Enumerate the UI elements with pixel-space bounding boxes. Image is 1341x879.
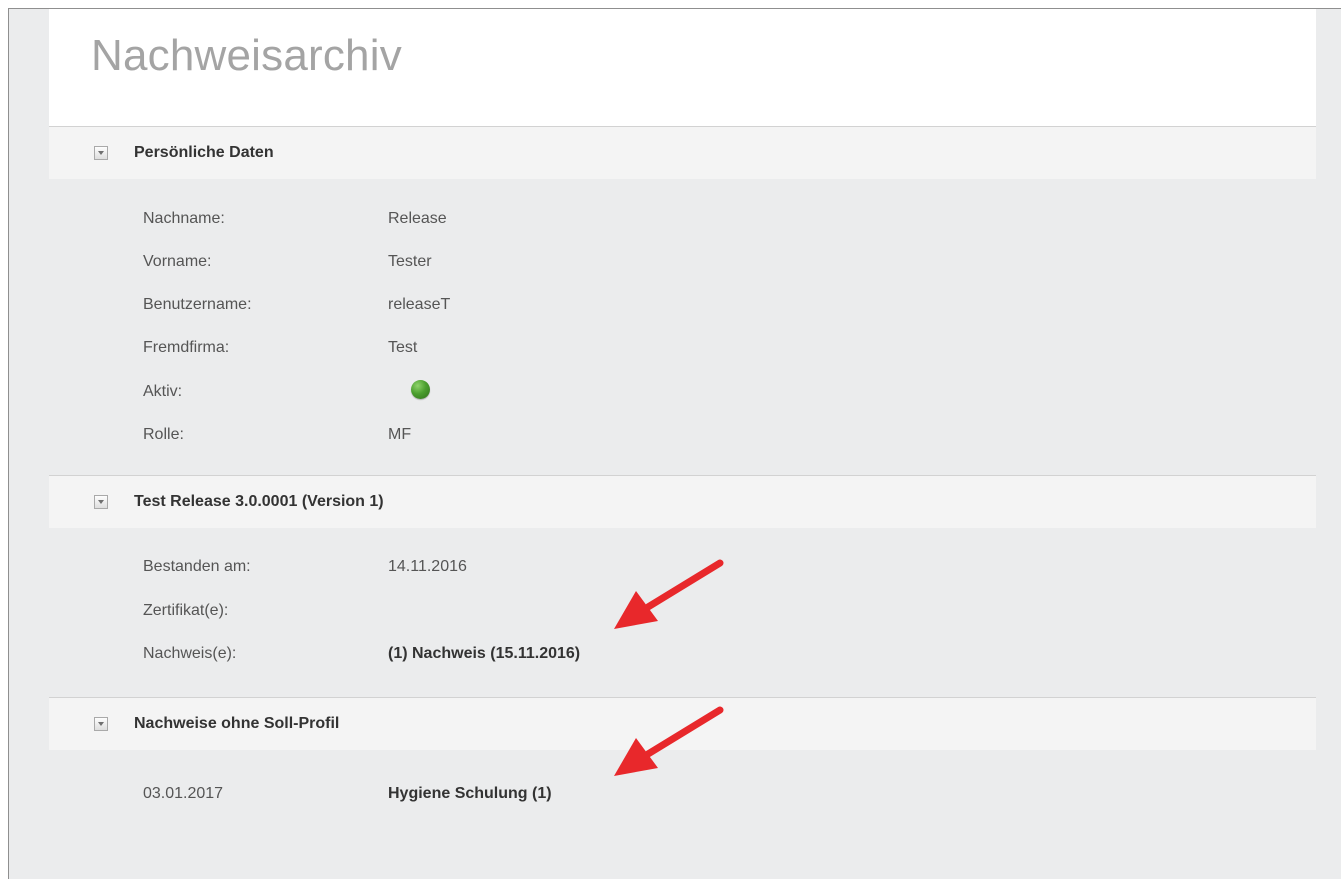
collapse-toggle-icon[interactable] — [94, 146, 108, 160]
label-vorname: Vorname: — [143, 253, 212, 270]
section-header-test-release[interactable]: Test Release 3.0.0001 (Version 1) — [49, 475, 1316, 528]
nachweis-link[interactable]: (1) Nachweis (15.11.2016) — [388, 645, 580, 663]
active-status-icon — [411, 380, 430, 399]
label-aktiv: Aktiv: — [143, 383, 183, 400]
label-bestanden-am: Bestanden am: — [143, 558, 251, 575]
red-arrow-icon — [614, 706, 724, 776]
hygiene-schulung-link[interactable]: Hygiene Schulung (1) — [388, 785, 552, 803]
collapse-toggle-icon[interactable] — [94, 717, 108, 731]
value-fremdfirma: Test — [388, 339, 418, 356]
page-title: Nachweisarchiv — [91, 31, 402, 80]
value-rolle: MF — [388, 426, 412, 443]
value-benutzername: releaseT — [388, 296, 451, 313]
entry-date: 03.01.2017 — [143, 785, 224, 802]
value-bestanden-am: 14.11.2016 — [388, 558, 467, 575]
collapse-toggle-icon[interactable] — [94, 495, 108, 509]
label-nachweise: Nachweis(e): — [143, 645, 237, 662]
value-nachname: Release — [388, 210, 447, 227]
section-title-without-profile: Nachweise ohne Soll-Profil — [134, 715, 340, 732]
label-fremdfirma: Fremdfirma: — [143, 339, 230, 356]
label-benutzername: Benutzername: — [143, 296, 252, 313]
page-header: Nachweisarchiv — [49, 9, 1316, 127]
section-header-personal-data[interactable]: Persönliche Daten — [49, 126, 1316, 179]
label-nachname: Nachname: — [143, 210, 225, 227]
section-title-personal-data: Persönliche Daten — [134, 144, 274, 161]
label-zertifikate: Zertifikat(e): — [143, 602, 229, 619]
value-vorname: Tester — [388, 253, 432, 270]
section-title-test-release: Test Release 3.0.0001 (Version 1) — [134, 493, 384, 510]
red-arrow-icon — [614, 559, 724, 629]
label-rolle: Rolle: — [143, 426, 184, 443]
